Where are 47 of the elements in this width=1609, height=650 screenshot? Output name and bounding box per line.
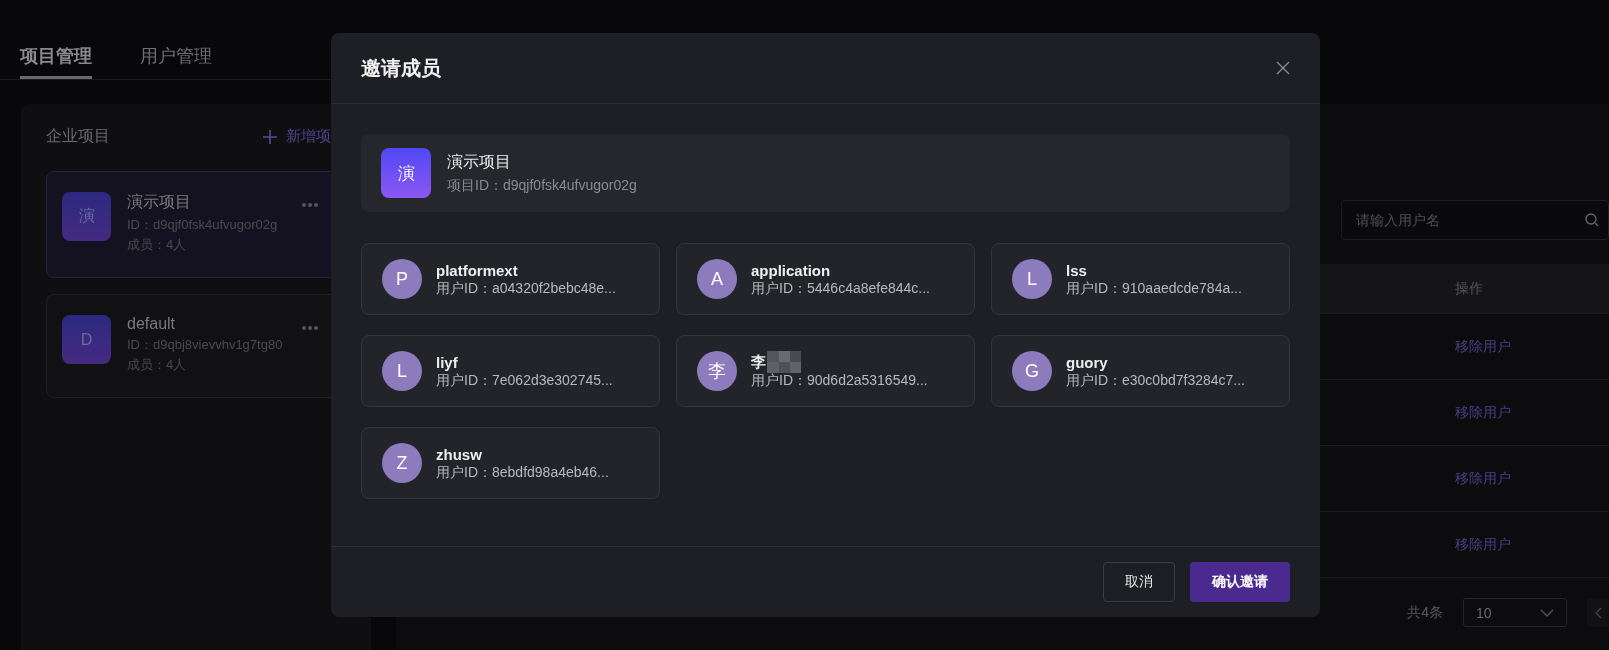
user-name: platformext — [436, 261, 518, 279]
user-name: application — [751, 261, 831, 279]
user-avatar: P — [382, 259, 422, 299]
nav-tab[interactable]: 项目管理 — [20, 44, 92, 79]
search-field[interactable]: 请输入用户名 — [1341, 200, 1609, 240]
user-name: 李 — [751, 352, 766, 372]
user-avatar: Z — [382, 443, 422, 483]
dialog-title: 邀请成员 — [361, 55, 441, 81]
project-avatar: 演 — [62, 192, 111, 241]
user-avatar: A — [697, 259, 737, 299]
project-id: 项目ID：d9qjf0fsk4ufvugor02g — [447, 176, 637, 195]
user-id: 用户ID：5446c4a8efe844c... — [751, 280, 930, 298]
user-id: 用户ID：8ebdfd98a4eb46... — [436, 464, 609, 482]
cancel-button[interactable]: 取消 — [1103, 562, 1175, 602]
page-size-select[interactable]: 10 — [1463, 598, 1567, 627]
user-card[interactable]: L liyf 用户ID：7e062d3e302745... — [361, 335, 660, 407]
project-avatar: 演 — [381, 148, 431, 198]
user-card[interactable]: 李 李 用户ID：90d6d2a5316549... — [676, 335, 975, 407]
column-header: 操作 — [1455, 279, 1484, 298]
user-id: 用户ID：7e062d3e302745... — [436, 372, 613, 390]
user-avatar: 李 — [697, 351, 737, 391]
total-count: 共4条 — [1407, 603, 1443, 622]
user-name: guory — [1066, 353, 1108, 371]
user-name: zhusw — [436, 445, 482, 463]
user-id: 用户ID：a04320f2bebc48e... — [436, 280, 616, 298]
user-card[interactable]: A application 用户ID：5446c4a8efe844c... — [676, 243, 975, 315]
user-card[interactable]: P platformext 用户ID：a04320f2bebc48e... — [361, 243, 660, 315]
user-card[interactable]: Z zhusw 用户ID：8ebdfd98a4eb46... — [361, 427, 660, 499]
nav-tab[interactable]: 用户管理 — [140, 44, 212, 79]
user-avatar: L — [382, 351, 422, 391]
project-name: 演示项目 — [127, 192, 192, 212]
user-id: 用户ID：910aaedcde784a... — [1066, 280, 1242, 298]
user-card[interactable]: G guory 用户ID：e30c0bd7f3284c7... — [991, 335, 1290, 407]
confirm-invite-button[interactable]: 确认邀请 — [1190, 562, 1290, 602]
project-avatar: D — [62, 315, 111, 364]
panel-title: 企业项目 — [46, 126, 110, 146]
user-avatar: L — [1012, 259, 1052, 299]
project-name: default — [127, 315, 177, 333]
project-id: ID：d9qjf0fsk4ufvugor02g — [127, 216, 278, 234]
user-card[interactable]: L lss 用户ID：910aaedcde784a... — [991, 243, 1290, 315]
project-id: ID：d9qbj8vievvhv1g7tg80 — [127, 336, 283, 354]
user-id: 用户ID：90d6d2a5316549... — [751, 372, 928, 390]
project-name: 演示项目 — [447, 151, 512, 172]
user-avatar: G — [1012, 351, 1052, 391]
user-name: liyf — [436, 353, 458, 371]
user-id: 用户ID：e30c0bd7f3284c7... — [1066, 372, 1245, 390]
user-name: lss — [1066, 261, 1087, 279]
